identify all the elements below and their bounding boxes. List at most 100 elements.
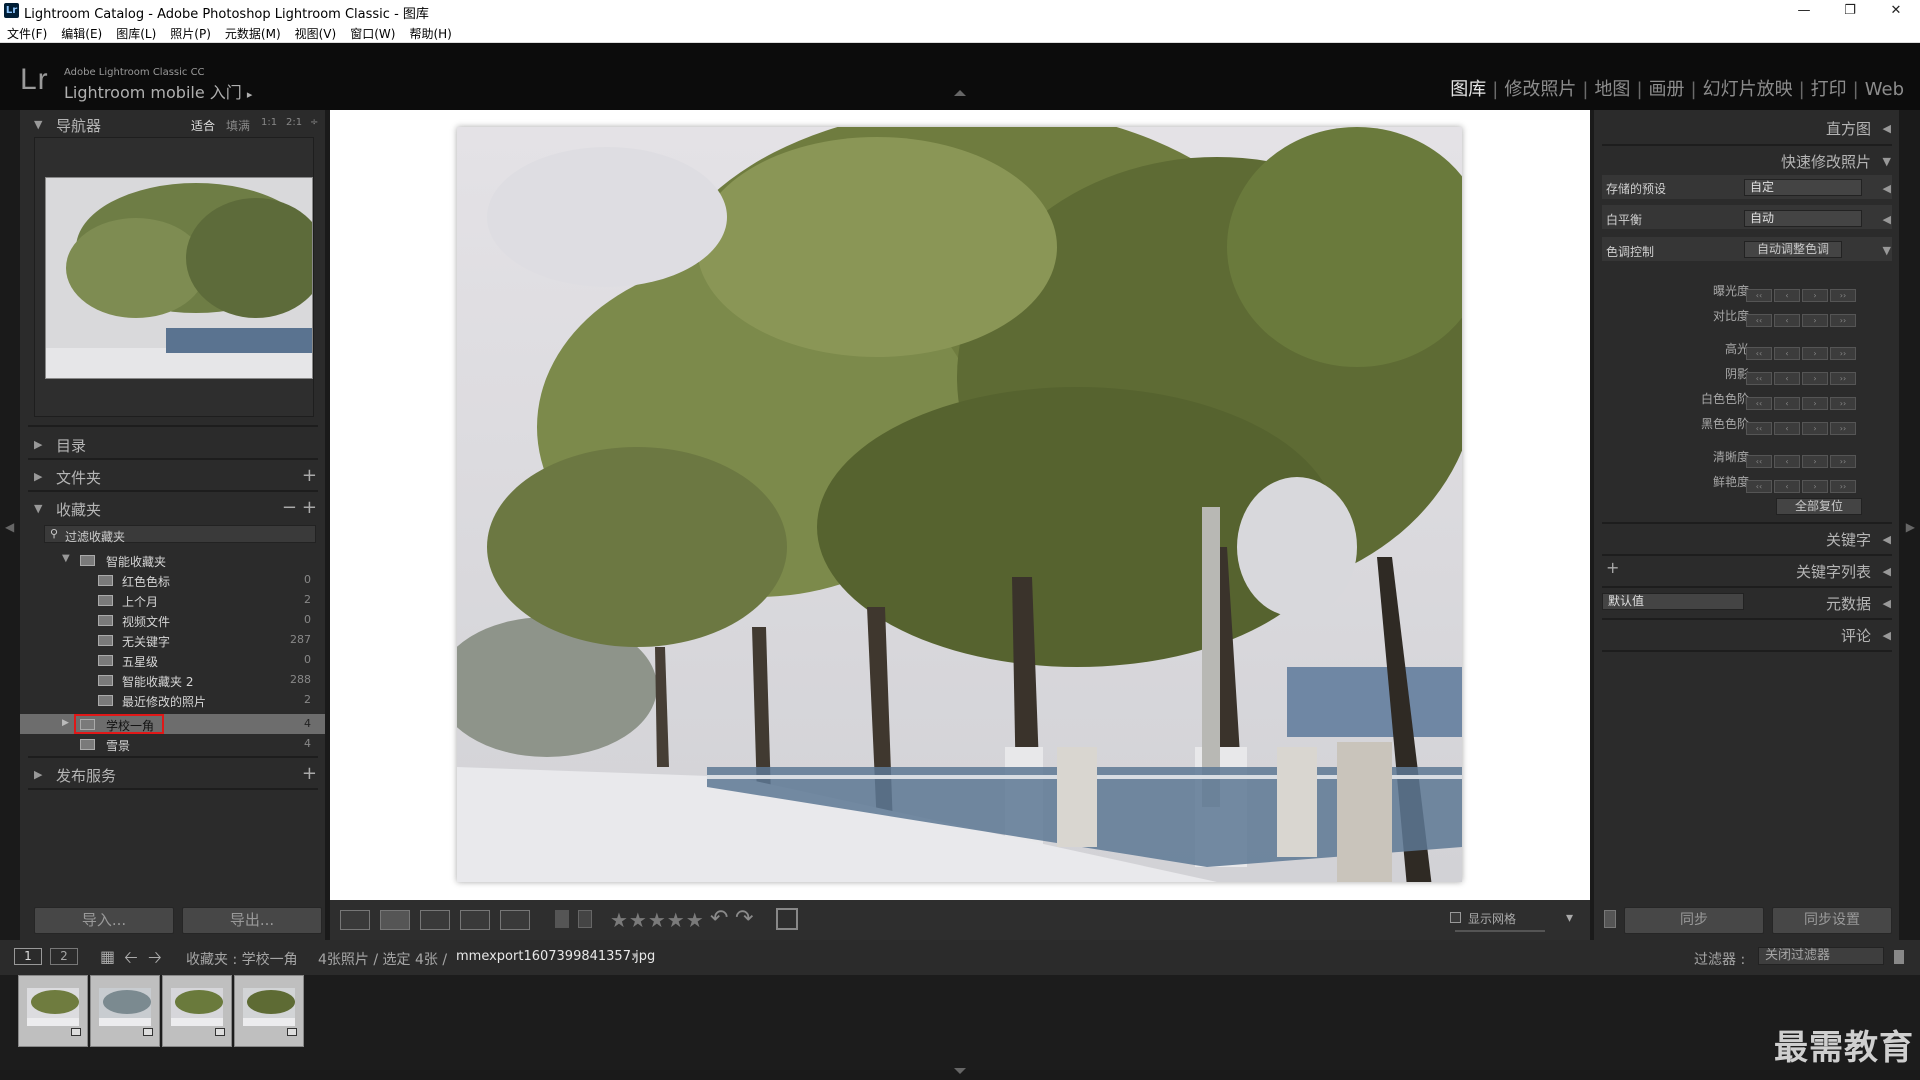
show-grid-checkbox[interactable]: [1450, 912, 1461, 923]
zoom-1-1[interactable]: 1:1: [261, 117, 277, 128]
navigator-header[interactable]: ▼ 导航器 适合 填满 1:1 2:1 ÷: [20, 110, 325, 138]
decrease-large-button[interactable]: ‹‹: [1746, 289, 1772, 302]
decrease-button[interactable]: ‹: [1774, 314, 1800, 327]
collapse-triangle-icon[interactable]: ◀: [1883, 213, 1891, 226]
add-publish-service-icon[interactable]: +: [302, 763, 317, 784]
mobile-getting-started[interactable]: Lightroom mobile 入门 ▸: [64, 79, 252, 103]
filmstrip-thumbnail[interactable]: [162, 975, 232, 1047]
collection-item[interactable]: 视频文件 0: [20, 610, 325, 630]
filter-lock-icon[interactable]: [1894, 950, 1904, 964]
comments-header[interactable]: 评论: [1841, 625, 1871, 646]
increase-large-button[interactable]: ››: [1830, 422, 1856, 435]
add-folder-icon[interactable]: +: [302, 465, 317, 486]
increase-large-button[interactable]: ››: [1830, 314, 1856, 327]
keywording-header[interactable]: 关键字: [1826, 529, 1871, 550]
close-button[interactable]: ✕: [1874, 0, 1918, 22]
decrease-button[interactable]: ‹: [1774, 347, 1800, 360]
keyword-list-header[interactable]: 关键字列表: [1796, 561, 1871, 582]
collapse-left-arrow-icon[interactable]: ◀: [5, 520, 14, 534]
collapse-triangle-icon[interactable]: ◀: [1883, 122, 1891, 135]
metadata-preset-select[interactable]: 默认值: [1602, 593, 1744, 610]
increase-large-button[interactable]: ››: [1830, 397, 1856, 410]
collapse-triangle-icon[interactable]: ◀: [1883, 629, 1891, 642]
rotate-right-icon[interactable]: ↷: [735, 906, 753, 931]
collapse-triangle-icon[interactable]: ◀: [1883, 182, 1891, 195]
histogram-header[interactable]: 直方图: [1826, 118, 1871, 139]
increase-large-button[interactable]: ››: [1830, 455, 1856, 468]
increase-button[interactable]: ›: [1802, 314, 1828, 327]
collection-item[interactable]: 雪景 4: [20, 734, 325, 754]
filter-collections-input[interactable]: ⚲ 过滤收藏夹: [44, 525, 316, 544]
folders-header[interactable]: ▶ 文件夹 +: [20, 462, 325, 490]
filmstrip-source[interactable]: 收藏夹 : 学校一角: [186, 949, 298, 969]
expand-triangle-icon[interactable]: ▼: [1883, 155, 1891, 168]
menu-help[interactable]: 帮助(H): [402, 22, 458, 42]
decrease-button[interactable]: ‹: [1774, 422, 1800, 435]
star-rating[interactable]: ★★★★★: [610, 908, 705, 932]
collection-item[interactable]: 智能收藏夹 2 288: [20, 670, 325, 690]
sync-settings-button[interactable]: 同步设置: [1772, 907, 1892, 934]
module-print[interactable]: 打印: [1805, 79, 1853, 100]
import-button[interactable]: 导入...: [34, 907, 174, 934]
collapse-triangle-icon[interactable]: ◀: [1883, 565, 1891, 578]
collection-item[interactable]: 最近修改的照片 2: [20, 690, 325, 710]
collapse-top-arrow-icon[interactable]: [954, 90, 966, 96]
decrease-large-button[interactable]: ‹‹: [1746, 372, 1772, 385]
loupe-view-icon[interactable]: [380, 910, 410, 930]
collapse-triangle-icon[interactable]: ◀: [1883, 533, 1891, 546]
decrease-large-button[interactable]: ‹‹: [1746, 347, 1772, 360]
metadata-header[interactable]: 元数据: [1826, 593, 1871, 614]
grid-slider[interactable]: [1455, 930, 1545, 932]
smart-collection-set[interactable]: ▼ 智能收藏夹: [20, 550, 325, 570]
expand-triangle-icon[interactable]: ▼: [1883, 244, 1891, 257]
menu-library[interactable]: 图库(L): [109, 22, 163, 42]
add-keyword-icon[interactable]: +: [1606, 558, 1619, 577]
menu-file[interactable]: 文件(F): [0, 22, 54, 42]
remove-collection-icon[interactable]: −: [282, 497, 297, 518]
back-arrow-icon[interactable]: 🡠: [124, 945, 138, 974]
crop-overlay-icon[interactable]: [776, 908, 798, 930]
module-develop[interactable]: 修改照片: [1498, 79, 1582, 100]
main-photo[interactable]: [457, 127, 1462, 882]
collections-header[interactable]: ▼ 收藏夹 − +: [20, 494, 325, 522]
menu-metadata[interactable]: 元数据(M): [218, 22, 288, 42]
reject-flag-icon[interactable]: [578, 910, 592, 928]
filmstrip-thumbnail[interactable]: [90, 975, 160, 1047]
increase-button[interactable]: ›: [1802, 422, 1828, 435]
decrease-button[interactable]: ‹: [1774, 289, 1800, 302]
increase-large-button[interactable]: ››: [1830, 289, 1856, 302]
white-balance-select[interactable]: 自动: [1744, 210, 1862, 227]
sync-toggle-switch[interactable]: [1604, 910, 1616, 928]
secondary-window-button[interactable]: 2: [50, 948, 78, 965]
zoom-fill[interactable]: 填满: [226, 117, 250, 134]
compare-view-icon[interactable]: [420, 910, 450, 930]
filename-chevron-icon[interactable]: ▾: [632, 949, 638, 962]
publish-services-header[interactable]: ▶ 发布服务 +: [20, 760, 325, 788]
decrease-button[interactable]: ‹: [1774, 455, 1800, 468]
decrease-button[interactable]: ‹: [1774, 480, 1800, 493]
grid-view-icon[interactable]: [340, 910, 370, 930]
module-book[interactable]: 画册: [1643, 79, 1691, 100]
menu-view[interactable]: 视图(V): [288, 22, 344, 42]
quick-develop-header[interactable]: 快速修改照片: [1781, 151, 1871, 172]
filmstrip-filename[interactable]: mmexport1607399841357.jpg: [456, 949, 655, 964]
decrease-large-button[interactable]: ‹‹: [1746, 314, 1772, 327]
collection-item[interactable]: 五星级 0: [20, 650, 325, 670]
decrease-button[interactable]: ‹: [1774, 397, 1800, 410]
increase-button[interactable]: ›: [1802, 455, 1828, 468]
people-view-icon[interactable]: [500, 910, 530, 930]
increase-large-button[interactable]: ››: [1830, 480, 1856, 493]
zoom-fit[interactable]: 适合: [191, 117, 215, 134]
decrease-large-button[interactable]: ‹‹: [1746, 455, 1772, 468]
catalog-header[interactable]: ▶ 目录: [20, 430, 325, 458]
collection-item[interactable]: 无关键字 287: [20, 630, 325, 650]
flag-icon[interactable]: [555, 910, 569, 928]
menu-window[interactable]: 窗口(W): [343, 22, 402, 42]
increase-button[interactable]: ›: [1802, 480, 1828, 493]
increase-large-button[interactable]: ››: [1830, 372, 1856, 385]
collapse-bottom-arrow-icon[interactable]: [954, 1068, 966, 1074]
rotate-left-icon[interactable]: ↶: [710, 906, 728, 931]
export-button[interactable]: 导出...: [182, 907, 322, 934]
collapse-right-arrow-icon[interactable]: ▶: [1906, 520, 1915, 534]
filmstrip-thumbnail[interactable]: [234, 975, 304, 1047]
